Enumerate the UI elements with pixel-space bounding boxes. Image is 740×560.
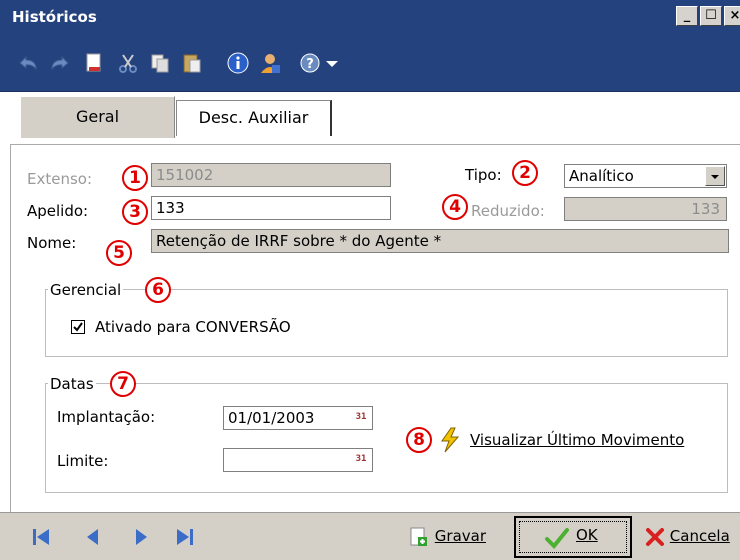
annotation-2: 2 — [512, 160, 538, 186]
apelido-field[interactable]: 133 — [151, 196, 391, 220]
reduzido-field[interactable]: 133 — [564, 197, 727, 221]
visualizar-link[interactable]: Visualizar Último Movimento — [470, 431, 684, 449]
next-record-icon[interactable] — [130, 526, 152, 548]
previous-record-icon[interactable] — [82, 526, 104, 548]
toolbar: ? — [0, 36, 740, 92]
ok-label: OK — [576, 526, 598, 544]
conversao-label[interactable]: Ativado para CONVERSÃO — [95, 318, 291, 336]
annotation-4: 4 — [442, 194, 468, 220]
annotation-8: 8 — [406, 427, 432, 453]
save-icon — [410, 527, 427, 546]
close-icon — [646, 527, 664, 546]
nome-label: Nome: — [27, 234, 77, 252]
lightning-icon[interactable] — [439, 427, 461, 453]
conversao-checkbox[interactable] — [71, 320, 85, 334]
maximize-button[interactable]: ☐ — [700, 6, 722, 26]
limite-label: Limite: — [57, 452, 109, 470]
undo-icon[interactable] — [16, 51, 40, 75]
annotation-6: 6 — [145, 277, 171, 303]
form-panel: Extenso: 1 151002 Tipo: 2 Analítico Apel… — [10, 144, 740, 512]
svg-text:?: ? — [306, 57, 314, 72]
window-title: Históricos — [12, 8, 97, 26]
datas-title: Datas — [48, 375, 96, 393]
chevron-down-icon[interactable] — [320, 51, 344, 75]
extenso-label: Extenso: — [27, 170, 93, 188]
new-document-icon[interactable] — [82, 51, 106, 75]
close-button[interactable]: × — [724, 6, 740, 26]
redo-icon[interactable] — [48, 51, 72, 75]
tab-desc-auxiliar[interactable]: Desc. Auxiliar — [176, 100, 332, 136]
limite-date-field[interactable]: 31 — [223, 448, 373, 472]
reduzido-label: Reduzido: — [471, 202, 545, 220]
tipo-value: Analítico — [569, 167, 634, 185]
ok-focus-ring — [519, 521, 627, 553]
ok-button[interactable]: OK — [514, 516, 632, 558]
last-record-icon[interactable] — [174, 526, 196, 548]
checkmark-icon — [545, 528, 569, 549]
nome-field[interactable]: Retenção de IRRF sobre * do Agente * — [151, 229, 729, 253]
gravar-label: Gravar — [434, 527, 486, 545]
implantacao-date-field[interactable]: 01/01/2003 31 — [223, 406, 373, 430]
annotation-7: 7 — [110, 371, 136, 397]
bottom-bar: Gravar OK Cancela — [0, 512, 740, 560]
apelido-label: Apelido: — [27, 202, 89, 220]
checkmark-icon — [73, 322, 83, 332]
tipo-label: Tipo: — [465, 166, 502, 184]
gravar-button[interactable]: Gravar — [408, 522, 486, 552]
gerencial-title: Gerencial — [48, 281, 124, 299]
annotation-5: 5 — [106, 240, 132, 266]
cancelar-label: Cancela — [669, 527, 730, 545]
minimize-button[interactable]: _ — [676, 6, 698, 26]
extenso-field[interactable]: 151002 — [151, 163, 391, 187]
cancelar-button[interactable]: Cancela — [645, 522, 730, 552]
implantacao-value: 01/01/2003 — [228, 409, 315, 427]
user-icon[interactable] — [258, 51, 282, 75]
window-controls: _ ☐ × — [676, 6, 740, 26]
calendar-icon[interactable]: 31 — [352, 409, 370, 427]
tab-row: Geral Desc. Auxiliar — [0, 92, 740, 144]
chevron-down-icon[interactable] — [705, 166, 725, 186]
tab-geral[interactable]: Geral — [20, 96, 175, 138]
calendar-icon[interactable]: 31 — [352, 451, 370, 469]
implantacao-label: Implantação: — [57, 408, 156, 426]
help-icon[interactable]: ? — [298, 51, 322, 75]
first-record-icon[interactable] — [30, 526, 52, 548]
cut-icon[interactable] — [116, 51, 140, 75]
tipo-select[interactable]: Analítico — [564, 164, 727, 188]
annotation-3: 3 — [122, 199, 148, 225]
info-icon[interactable] — [226, 51, 250, 75]
paste-icon[interactable] — [180, 51, 204, 75]
copy-icon[interactable] — [148, 51, 172, 75]
annotation-1: 1 — [122, 165, 148, 191]
title-bar: Históricos _ ☐ × — [0, 0, 740, 36]
